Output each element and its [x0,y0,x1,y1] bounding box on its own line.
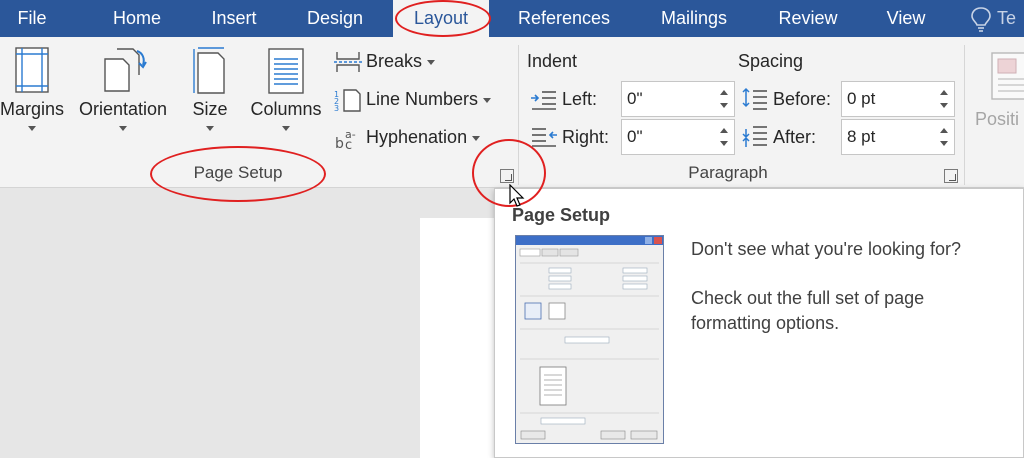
breaks-label: Breaks [366,51,423,71]
tab-file[interactable]: File [0,0,64,37]
line-numbers-icon: 1 2 3 [334,89,361,113]
indent-left-label: Left: [562,89,598,109]
tooltip-title: Page Setup [512,205,611,225]
chevron-down-icon [206,126,214,131]
margins-label: Margins [0,99,65,119]
page-setup-dialog-preview-image [515,235,664,444]
mouse-cursor-icon [509,184,525,207]
tab-review[interactable]: Review [766,0,850,37]
indent-header: Indent [527,51,578,71]
tooltip-description: Check out the full set of page formattin… [691,288,925,333]
orientation-button[interactable]: Orientation [74,45,172,155]
spinner-up-icon[interactable] [940,128,948,133]
size-label: Size [192,99,228,119]
ribbon-tab-bar: File Home Insert Design Layout Reference… [0,0,1024,37]
size-button[interactable]: Size [184,45,236,155]
breaks-icon [334,52,362,73]
page-size-icon [193,47,225,94]
chevron-down-icon [483,97,492,103]
columns-button[interactable]: Columns [246,45,326,155]
indent-left-spinner[interactable]: 0" [621,81,735,117]
spacing-after-value[interactable]: 8 pt [847,120,875,154]
columns-label: Columns [250,99,322,119]
position-label: Positi [975,109,1020,129]
spacing-after-icon [742,126,767,147]
spinner-down-icon[interactable] [720,103,728,108]
tab-view[interactable]: View [872,0,940,37]
tab-home[interactable]: Home [92,0,182,37]
svg-text:c: c [345,138,352,150]
page-setup-tooltip: Page Setup Don't see what you're looking… [494,188,1024,458]
spinner-down-icon[interactable] [720,141,728,146]
spacing-before-value[interactable]: 0 pt [847,82,875,116]
spinner-up-icon[interactable] [940,90,948,95]
chevron-down-icon [282,126,290,131]
spacing-after-label: After: [773,127,817,147]
tab-design[interactable]: Design [289,0,381,37]
tab-mailings[interactable]: Mailings [646,0,742,37]
lightbulb-icon[interactable] [970,6,992,32]
group-divider [964,45,965,185]
tell-me-label[interactable]: Te [997,0,1016,37]
tab-references[interactable]: References [505,0,623,37]
spinner-down-icon[interactable] [940,141,948,146]
breaks-button[interactable]: Breaks [334,46,436,76]
line-numbers-label: Line Numbers [366,89,479,109]
chevron-down-icon [119,126,127,131]
position-icon [991,52,1024,100]
paragraph-dialog-launcher-icon[interactable] [944,169,958,183]
hyphenation-icon: b a- c [335,128,356,153]
paragraph-group-label: Paragraph [688,163,768,182]
spacing-before-icon [742,87,767,110]
spacing-before-spinner[interactable]: 0 pt [841,81,955,117]
spinner-up-icon[interactable] [720,90,728,95]
layout-tab-highlight-circle [395,0,491,37]
indent-left-value[interactable]: 0" [627,82,643,116]
spinner-up-icon[interactable] [720,128,728,133]
indent-right-icon [532,128,557,147]
columns-icon [268,48,304,94]
indent-right-spinner[interactable]: 0" [621,119,735,155]
line-numbers-button[interactable]: 1 2 3 Line Numbers [334,84,492,114]
orientation-label: Orientation [78,99,168,119]
svg-text:3: 3 [334,104,339,112]
page-setup-label-highlight-circle [150,146,326,202]
spacing-after-spinner[interactable]: 8 pt [841,119,955,155]
orientation-icon [104,48,147,92]
tab-insert[interactable]: Insert [192,0,276,37]
hyphenation-label: Hyphenation [366,127,468,147]
spacing-before-label: Before: [773,89,832,109]
indent-right-value[interactable]: 0" [627,120,643,154]
indent-left-icon [531,91,556,110]
chevron-down-icon [472,135,481,141]
spacing-header: Spacing [738,51,804,71]
margins-button[interactable]: Margins [0,45,66,155]
indent-right-label: Right: [562,127,610,147]
margins-icon [15,47,49,93]
chevron-down-icon [427,59,436,65]
svg-text:b: b [335,136,344,150]
spinner-down-icon[interactable] [940,103,948,108]
chevron-down-icon [28,126,36,131]
hyphenation-button[interactable]: b a- c Hyphenation [334,122,481,153]
tooltip-description-question: Don't see what you're looking for? [691,239,962,259]
position-button[interactable]: Positi [972,45,1024,155]
